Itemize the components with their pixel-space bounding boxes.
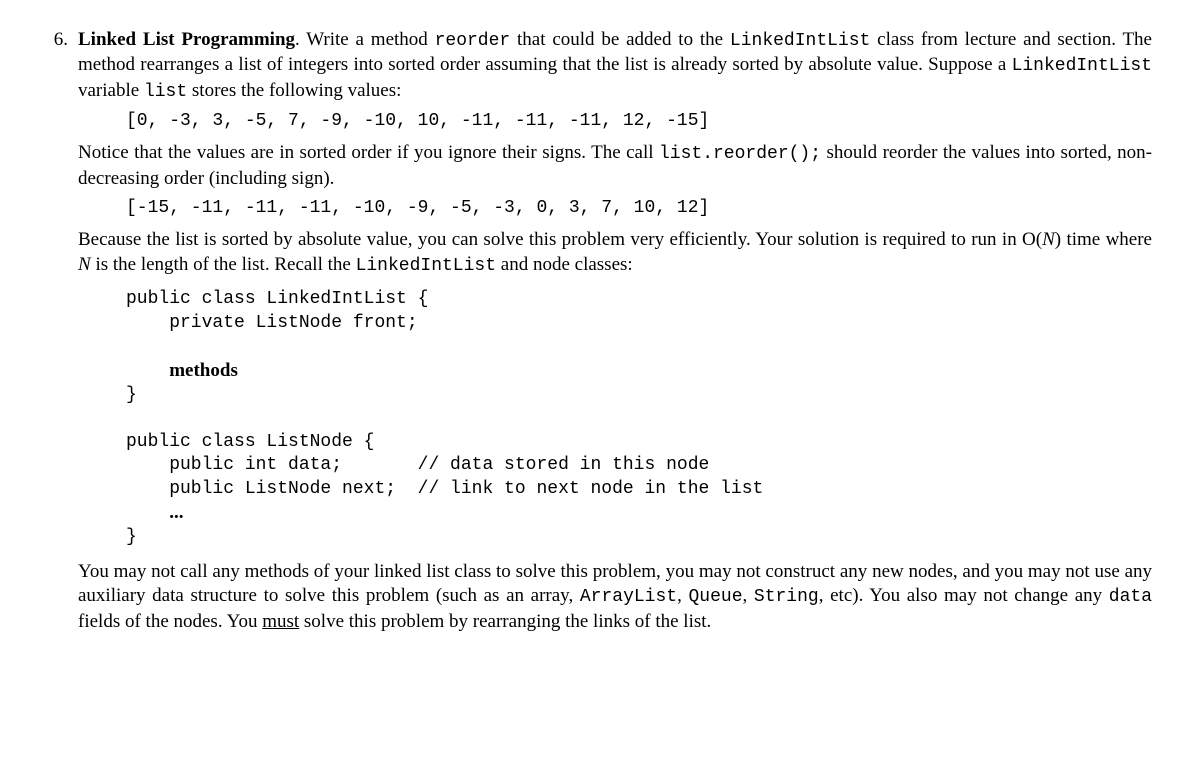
code-linkedintlist: LinkedIntList: [356, 256, 496, 276]
intro-paragraph: Linked List Programming. Write a method …: [78, 28, 1152, 104]
code-queue: Queue: [688, 587, 742, 607]
code-line: public int data; // data stored in this …: [126, 455, 709, 475]
code-line: private ListNode front;: [126, 313, 418, 333]
code-linkedintlist: LinkedIntList: [730, 31, 870, 51]
text: Write a method: [300, 29, 435, 50]
text: fields of the nodes. You: [78, 611, 262, 632]
ellipsis: ...: [169, 502, 183, 523]
must-underline: must: [262, 611, 299, 632]
code-list: list: [144, 82, 187, 102]
code-reorder: reorder: [435, 31, 511, 51]
code-data: data: [1109, 587, 1152, 607]
text: ,: [743, 585, 754, 606]
notice-paragraph: Notice that the values are in sorted ord…: [78, 141, 1152, 191]
problem-number: 6.: [28, 28, 78, 53]
because-paragraph: Because the list is sorted by absolute v…: [78, 228, 1152, 278]
code-line: [126, 504, 169, 524]
code-line: }: [126, 527, 137, 547]
var-N: N: [1042, 229, 1055, 250]
problem-body: Linked List Programming. Write a method …: [78, 28, 1152, 640]
code-line: public class ListNode {: [126, 432, 374, 452]
code-string: String: [754, 587, 819, 607]
list-after: [-15, -11, -11, -11, -10, -9, -5, -3, 0,…: [126, 197, 1152, 220]
text: ) time where: [1055, 229, 1152, 250]
code-line: public ListNode next; // link to next no…: [126, 479, 763, 499]
list-before: [0, -3, 3, -5, 7, -9, -10, 10, -11, -11,…: [126, 110, 1152, 133]
final-paragraph: You may not call any methods of your lin…: [78, 560, 1152, 635]
text: stores the following values:: [187, 80, 401, 101]
text: solve this problem by rearranging the li…: [299, 611, 711, 632]
code-line: }: [126, 385, 137, 405]
text: that could be added to the: [510, 29, 730, 50]
text: ,: [677, 585, 688, 606]
code-arraylist: ArrayList: [580, 587, 677, 607]
problem-container: 6. Linked List Programming. Write a meth…: [28, 28, 1152, 640]
text: is the length of the list. Recall the: [91, 254, 356, 275]
text: , etc). You also may not change any: [819, 585, 1109, 606]
code-linkedintlist: LinkedIntList: [1012, 56, 1152, 76]
var-N: N: [78, 254, 91, 275]
text: variable: [78, 80, 144, 101]
text: Notice that the values are in sorted ord…: [78, 142, 659, 163]
code-call: list.reorder();: [659, 144, 821, 164]
text: and node classes:: [496, 254, 633, 275]
code-line: public class LinkedIntList {: [126, 289, 428, 309]
methods-placeholder: methods: [169, 360, 238, 381]
title: Linked List Programming: [78, 29, 295, 50]
code-class-linkedintlist: public class LinkedIntList { private Lis…: [126, 288, 1152, 549]
text: Because the list is sorted by absolute v…: [78, 229, 1042, 250]
